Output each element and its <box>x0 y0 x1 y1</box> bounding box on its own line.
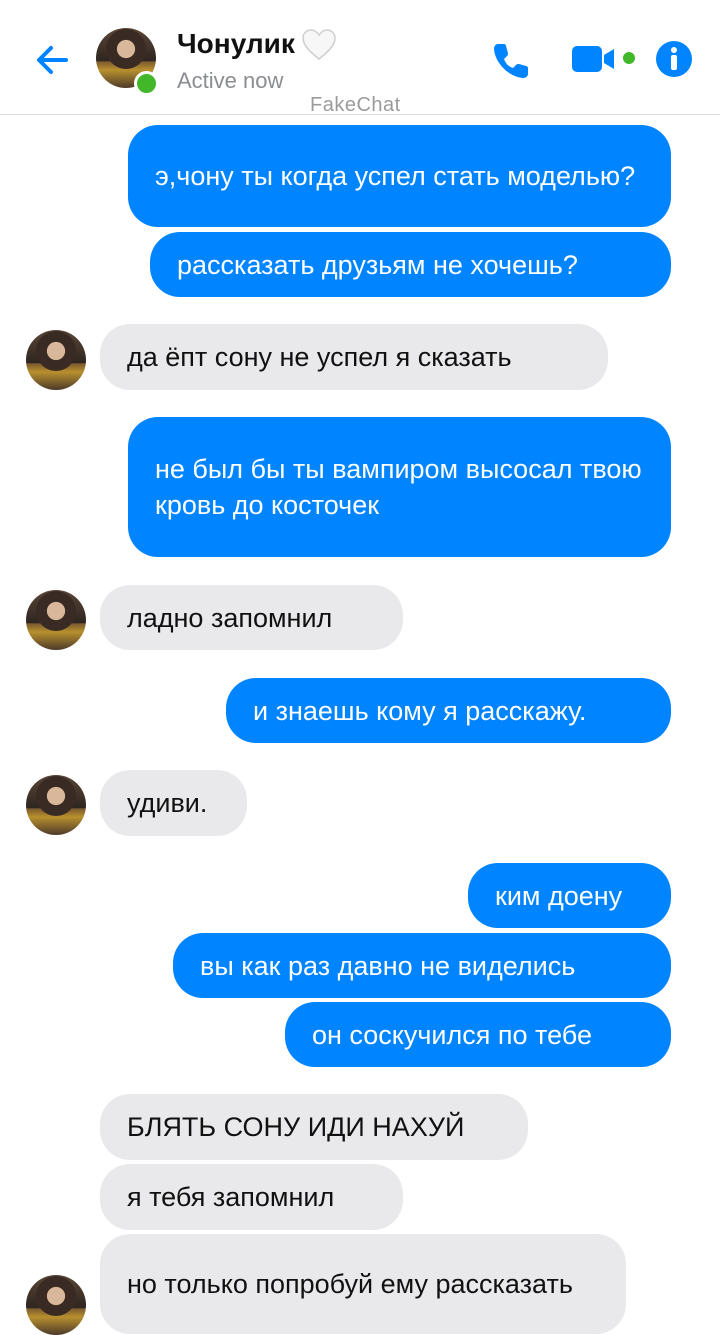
online-indicator <box>134 71 159 96</box>
phone-call-icon[interactable] <box>490 38 534 82</box>
message-outgoing[interactable]: не был бы ты вампиром высосал твою кровь… <box>128 417 671 557</box>
back-arrow-icon[interactable] <box>30 38 74 82</box>
video-call-icon[interactable] <box>570 42 620 76</box>
watermark: FakeChat <box>310 94 401 116</box>
message-incoming[interactable]: удиви. <box>100 770 247 836</box>
info-icon[interactable] <box>655 40 693 78</box>
message-outgoing[interactable]: вы как раз давно не виделись <box>173 933 671 998</box>
contact-avatar <box>26 1275 86 1335</box>
message-incoming[interactable]: ладно запомнил <box>100 585 403 650</box>
message-incoming[interactable]: да ёпт сону не успел я сказать <box>100 324 608 390</box>
video-active-dot <box>623 52 635 64</box>
white-heart-icon <box>302 29 336 60</box>
message-outgoing[interactable]: и знаешь кому я расскажу. <box>226 678 671 743</box>
message-outgoing[interactable]: э,чону ты когда успел стать моделью? <box>128 125 671 227</box>
message-incoming[interactable]: БЛЯТЬ СОНУ ИДИ НАХУЙ <box>100 1094 528 1160</box>
contact-avatar <box>26 330 86 390</box>
message-incoming[interactable]: но только попробуй ему рассказать <box>100 1234 626 1334</box>
contact-name[interactable]: Чонулик <box>177 28 295 60</box>
message-outgoing[interactable]: ким доену <box>468 863 671 928</box>
message-outgoing[interactable]: рассказать друзьям не хочешь? <box>150 232 671 297</box>
contact-avatar <box>26 590 86 650</box>
contact-avatar <box>26 775 86 835</box>
active-status: Active now <box>177 68 284 93</box>
message-outgoing[interactable]: он соскучился по тебе <box>285 1002 671 1067</box>
message-incoming[interactable]: я тебя запомнил <box>100 1164 403 1230</box>
